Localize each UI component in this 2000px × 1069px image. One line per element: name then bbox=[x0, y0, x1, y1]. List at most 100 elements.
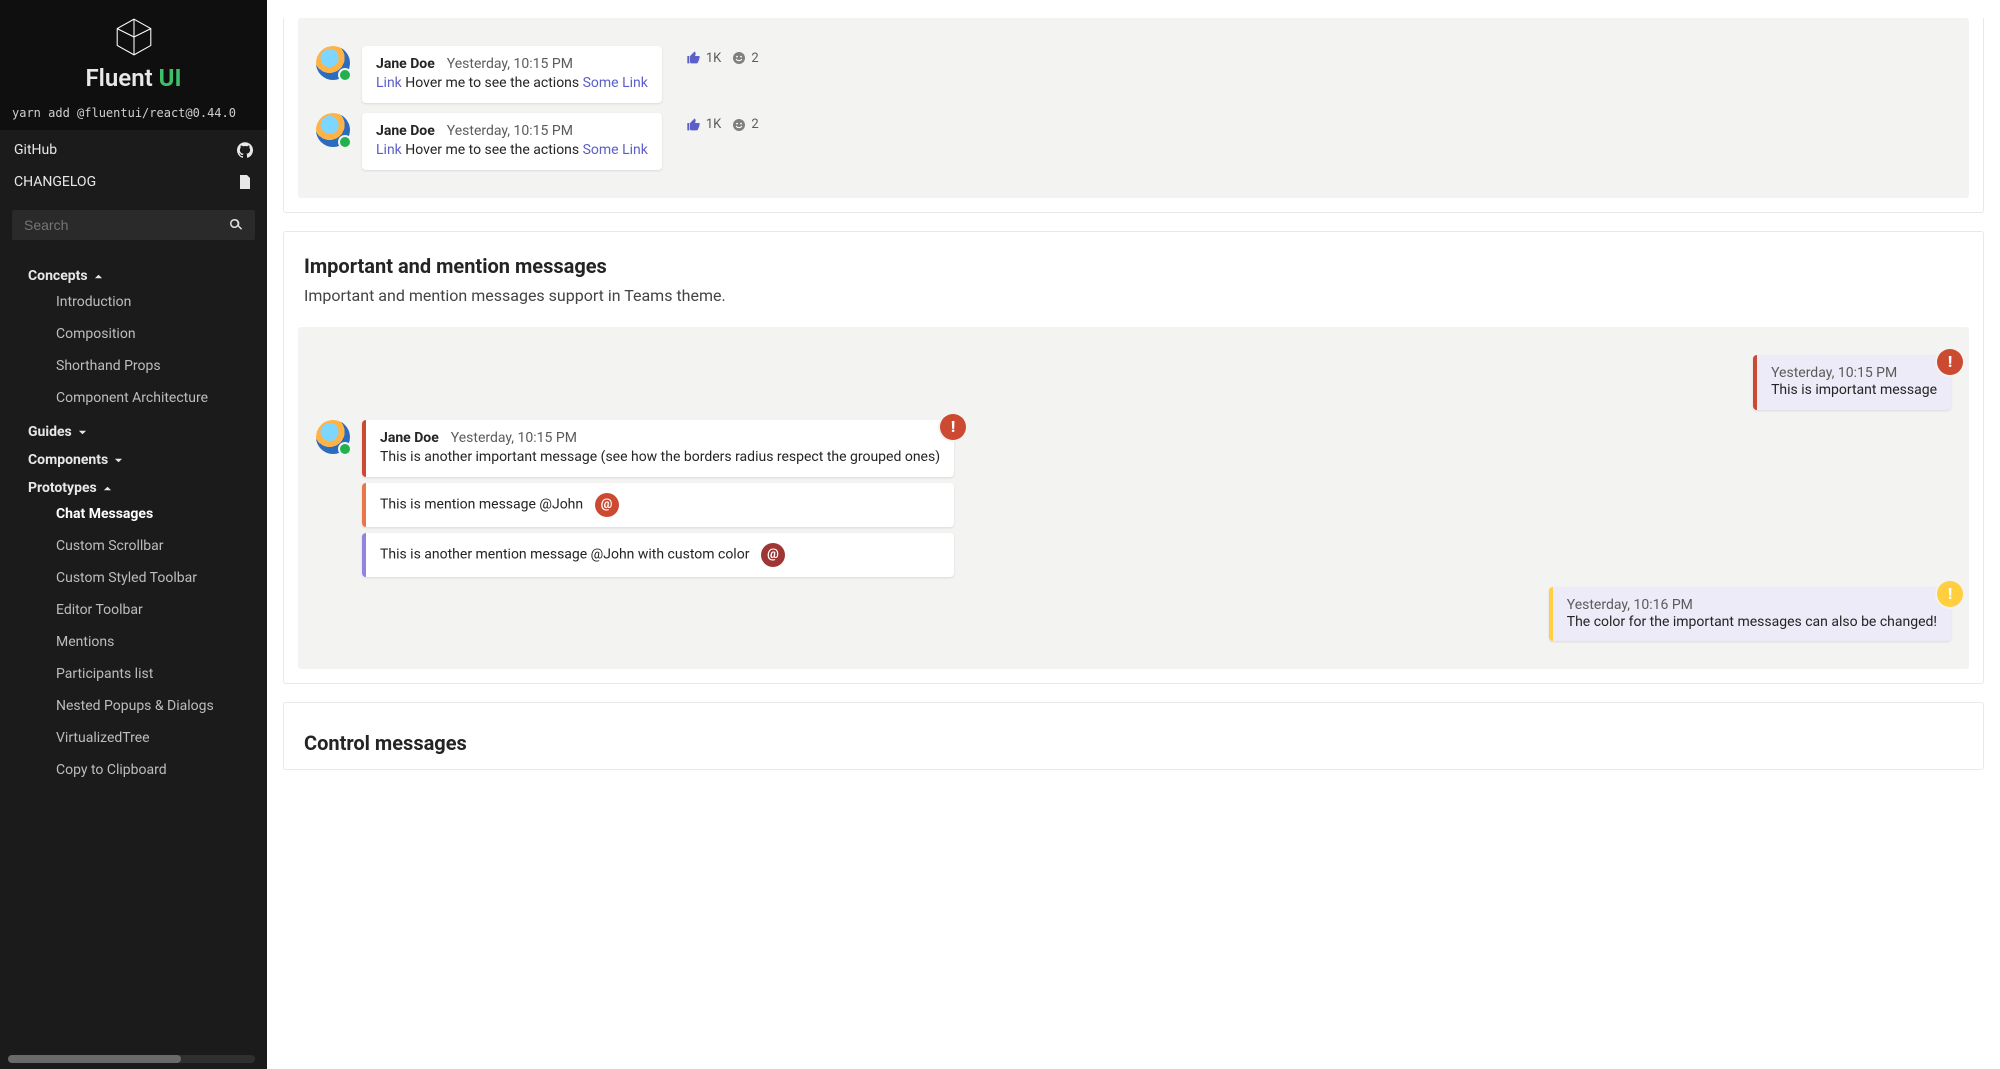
chat-bubble-mention[interactable]: This is mention message @John @ bbox=[362, 483, 954, 527]
nav-item-participants-list[interactable]: Participants list bbox=[0, 658, 267, 690]
search-input-wrap[interactable] bbox=[12, 210, 255, 240]
sidebar: Fluent UI yarn add @fluentui/react@0.44.… bbox=[0, 0, 267, 1069]
nav-item-chat-messages[interactable]: Chat Messages bbox=[0, 498, 267, 530]
message-link-2[interactable]: Some Link bbox=[583, 75, 648, 91]
timestamp: Yesterday, 10:15 PM bbox=[447, 56, 573, 72]
nav-group-components[interactable]: Components bbox=[0, 442, 267, 470]
search-input[interactable] bbox=[22, 216, 227, 234]
message-link-2[interactable]: Some Link bbox=[583, 142, 648, 158]
horizontal-scrollbar[interactable] bbox=[8, 1055, 255, 1063]
important-badge-icon: ! bbox=[1937, 349, 1963, 375]
section-control-messages: Control messages bbox=[283, 702, 1984, 770]
message-text: This is another mention message @John wi… bbox=[380, 546, 749, 562]
message-text: The color for the important messages can… bbox=[1567, 613, 1937, 632]
reaction-like[interactable]: 1K bbox=[686, 117, 721, 133]
section-description: Important and mention messages support i… bbox=[304, 286, 1963, 305]
message-text: Hover me to see the actions bbox=[402, 75, 583, 91]
chat-message-mine: Yesterday, 10:15 PM This is important me… bbox=[316, 355, 1951, 410]
avatar bbox=[316, 113, 350, 147]
message-text: This is mention message @John bbox=[380, 496, 583, 512]
nav-item-introduction[interactable]: Introduction bbox=[0, 286, 267, 318]
nav-group-concepts[interactable]: Concepts bbox=[0, 258, 267, 286]
nav-item-mentions[interactable]: Mentions bbox=[0, 626, 267, 658]
chat-bubble-important[interactable]: Yesterday, 10:15 PM This is important me… bbox=[1753, 355, 1951, 410]
reaction-smile[interactable]: 2 bbox=[731, 50, 758, 66]
nav-item-shorthand-props[interactable]: Shorthand Props bbox=[0, 350, 267, 382]
nav-group-components-label: Components bbox=[28, 452, 108, 468]
reaction-like-count: 1K bbox=[706, 117, 721, 132]
sidebar-external-links: GitHub CHANGELOG bbox=[0, 130, 267, 202]
chat-message: Jane Doe Yesterday, 10:15 PM Link Hover … bbox=[316, 46, 1951, 103]
nav-item-virtualized-tree[interactable]: VirtualizedTree bbox=[0, 722, 267, 754]
author-name: Jane Doe bbox=[376, 56, 435, 72]
chat-bubble[interactable]: Jane Doe Yesterday, 10:15 PM Link Hover … bbox=[362, 113, 662, 170]
caret-up-icon bbox=[103, 484, 112, 493]
message-text: This is important message bbox=[1771, 381, 1937, 400]
nav-item-nested-popups[interactable]: Nested Popups & Dialogs bbox=[0, 690, 267, 722]
install-command[interactable]: yarn add @fluentui/react@0.44.0 bbox=[0, 98, 267, 130]
presence-badge bbox=[338, 135, 352, 149]
section-title: Important and mention messages bbox=[304, 254, 1963, 278]
reactions: 1K 2 bbox=[686, 50, 759, 66]
message-link[interactable]: Link bbox=[376, 75, 402, 91]
message-link[interactable]: Link bbox=[376, 142, 402, 158]
message-text: Hover me to see the actions bbox=[402, 142, 583, 158]
mention-badge-icon: @ bbox=[595, 493, 619, 517]
reaction-smile[interactable]: 2 bbox=[731, 117, 758, 133]
horizontal-scrollbar-thumb[interactable] bbox=[8, 1055, 181, 1063]
timestamp: Yesterday, 10:16 PM bbox=[1567, 597, 1937, 613]
reaction-like[interactable]: 1K bbox=[686, 50, 721, 66]
reaction-smile-count: 2 bbox=[751, 51, 758, 66]
changelog-link-label: CHANGELOG bbox=[14, 174, 96, 190]
nav-item-custom-scrollbar[interactable]: Custom Scrollbar bbox=[0, 530, 267, 562]
nav-item-custom-styled-toolbar[interactable]: Custom Styled Toolbar bbox=[0, 562, 267, 594]
github-icon bbox=[237, 142, 253, 158]
nav-group-prototypes[interactable]: Prototypes bbox=[0, 470, 267, 498]
nav-item-component-architecture[interactable]: Component Architecture bbox=[0, 382, 267, 414]
cube-icon bbox=[113, 16, 155, 58]
reactions: 1K 2 bbox=[686, 117, 759, 133]
chat-bubble-mention-custom[interactable]: This is another mention message @John wi… bbox=[362, 533, 954, 577]
chat-bubble-important-custom[interactable]: Yesterday, 10:16 PM The color for the im… bbox=[1549, 587, 1951, 642]
chat-bubble-important[interactable]: Jane Doe Yesterday, 10:15 PM This is ano… bbox=[362, 420, 954, 477]
reaction-smile-count: 2 bbox=[751, 117, 758, 132]
main-content: Jane Doe Yesterday, 10:15 PM Link Hover … bbox=[267, 0, 2000, 1069]
avatar bbox=[316, 46, 350, 80]
message-text: This is another important message (see h… bbox=[380, 448, 940, 467]
important-badge-icon: ! bbox=[1937, 581, 1963, 607]
author-name: Jane Doe bbox=[376, 123, 435, 139]
chat-message: Jane Doe Yesterday, 10:15 PM Link Hover … bbox=[316, 113, 1951, 170]
sidebar-nav: Concepts Introduction Composition Shorth… bbox=[0, 252, 267, 1069]
nav-item-composition[interactable]: Composition bbox=[0, 318, 267, 350]
caret-down-icon bbox=[78, 428, 87, 437]
chat-bubble[interactable]: Jane Doe Yesterday, 10:15 PM Link Hover … bbox=[362, 46, 662, 103]
search-container bbox=[0, 202, 267, 252]
thumb-up-icon bbox=[686, 50, 702, 66]
nav-item-copy-clipboard[interactable]: Copy to Clipboard bbox=[0, 754, 267, 786]
author-name: Jane Doe bbox=[380, 430, 439, 446]
nav-group-guides-label: Guides bbox=[28, 424, 72, 440]
chat-message-group: Jane Doe Yesterday, 10:15 PM This is ano… bbox=[316, 420, 1951, 577]
github-link[interactable]: GitHub bbox=[0, 134, 267, 166]
timestamp: Yesterday, 10:15 PM bbox=[451, 430, 577, 446]
presence-badge bbox=[338, 442, 352, 456]
reaction-like-count: 1K bbox=[706, 51, 721, 66]
section-title: Control messages bbox=[304, 731, 1963, 755]
sidebar-header: Fluent UI bbox=[0, 0, 267, 98]
message-body: Link Hover me to see the actions Some Li… bbox=[376, 74, 648, 93]
changelog-link[interactable]: CHANGELOG bbox=[0, 166, 267, 198]
timestamp: Yesterday, 10:15 PM bbox=[1771, 365, 1937, 381]
mention-badge-icon: @ bbox=[761, 543, 785, 567]
product-name-b: UI bbox=[159, 64, 182, 92]
important-badge-icon: ! bbox=[940, 414, 966, 440]
section-important-mention: Important and mention messages Important… bbox=[283, 231, 1984, 685]
caret-up-icon bbox=[94, 272, 103, 281]
search-icon bbox=[227, 216, 245, 234]
smile-icon bbox=[731, 50, 747, 66]
nav-group-concepts-label: Concepts bbox=[28, 268, 88, 284]
nav-group-prototypes-label: Prototypes bbox=[28, 480, 97, 496]
nav-group-guides[interactable]: Guides bbox=[0, 414, 267, 442]
chat-message-mine: Yesterday, 10:16 PM The color for the im… bbox=[316, 587, 1951, 642]
product-name-a: Fluent bbox=[85, 64, 152, 92]
nav-item-editor-toolbar[interactable]: Editor Toolbar bbox=[0, 594, 267, 626]
